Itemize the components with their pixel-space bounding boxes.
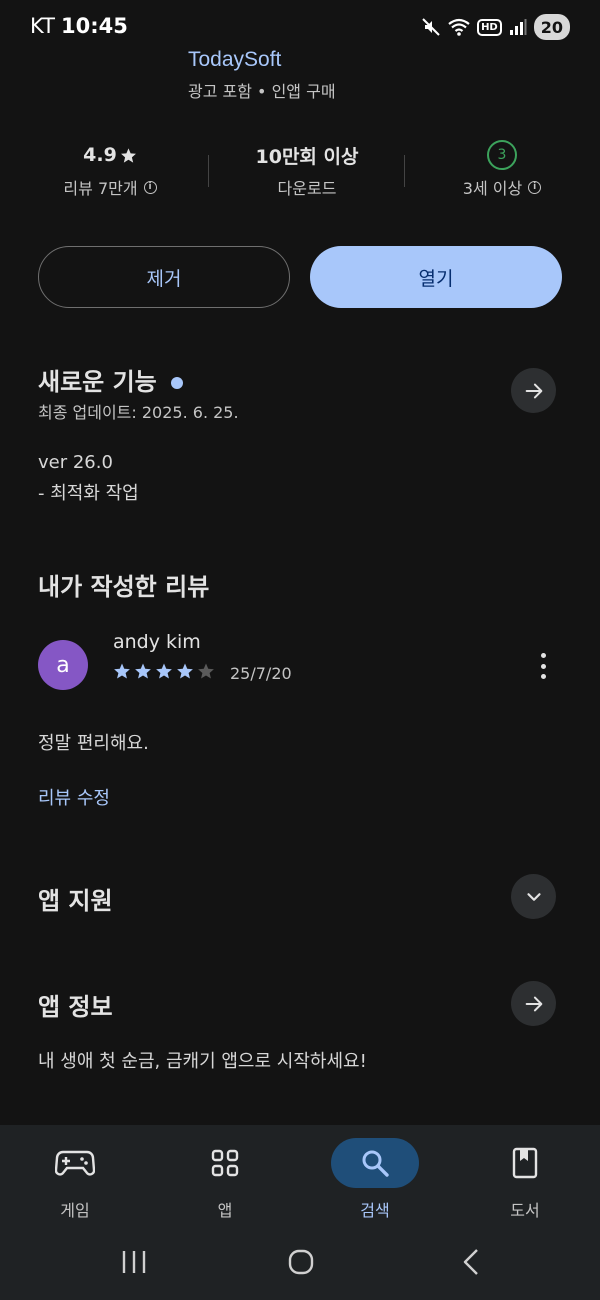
apps-grid-icon xyxy=(211,1149,239,1177)
reviewer-name: andy kim xyxy=(113,631,201,653)
info-icon: i xyxy=(143,180,157,194)
edit-review-link[interactable]: 리뷰 수정 xyxy=(38,784,110,810)
release-notes: ver 26.0 - 최적화 작업 xyxy=(38,447,139,509)
search-icon xyxy=(362,1150,389,1177)
avatar: a xyxy=(38,640,88,690)
nav-label-apps: 앱 xyxy=(217,1201,233,1220)
stats-divider xyxy=(208,155,209,187)
nav-item-books[interactable]: 도서 xyxy=(470,1137,580,1221)
carrier-label: KT xyxy=(30,14,55,38)
clock: 10:45 xyxy=(60,14,128,38)
star-icon xyxy=(120,147,136,163)
book-icon xyxy=(512,1147,538,1179)
whats-new-arrow-button[interactable] xyxy=(511,368,556,413)
nav-item-search[interactable]: 검색 xyxy=(320,1137,430,1221)
whats-new-header[interactable]: 새로운 기능 xyxy=(38,362,183,397)
arrow-right-icon xyxy=(525,383,542,398)
nav-label-search: 검색 xyxy=(360,1201,390,1220)
app-support-expand-button[interactable] xyxy=(511,874,556,919)
status-bar: KT 10:45 HD 20 xyxy=(0,0,600,56)
developer-link[interactable]: TodaySoft xyxy=(188,48,281,72)
stats-divider xyxy=(404,155,405,187)
last-updated: 최종 업데이트: 2025. 6. 25. xyxy=(38,403,239,422)
review-text: 정말 편리해요. xyxy=(38,733,149,754)
mute-icon xyxy=(422,18,440,36)
app-description: 내 생애 첫 순금, 금캐기 앱으로 시작하세요! xyxy=(38,1051,367,1072)
rating-stat[interactable]: 4.9 리뷰 7만개 i xyxy=(40,140,180,199)
nav-item-apps[interactable]: 앱 xyxy=(170,1137,280,1221)
gamepad-icon xyxy=(55,1150,95,1176)
rating-label: 리뷰 7만개 xyxy=(63,179,138,198)
whats-new-title: 새로운 기능 xyxy=(38,368,157,396)
app-support-title[interactable]: 앱 지원 xyxy=(38,881,113,916)
downloads-stat: 10만회 이상 다운로드 xyxy=(226,140,388,199)
review-date: 25/7/20 xyxy=(230,664,292,683)
star-empty-icon xyxy=(198,663,214,679)
star-filled-icon xyxy=(114,663,130,679)
battery-indicator: 20 xyxy=(533,14,570,40)
release-note-line: ver 26.0 xyxy=(38,452,113,473)
release-note-line: - 최적화 작업 xyxy=(38,483,139,504)
status-icons: HD 20 xyxy=(421,14,570,40)
arrow-right-icon xyxy=(525,996,542,1011)
app-meta: 광고 포함 • 인앱 구매 xyxy=(188,82,336,101)
star-filled-icon xyxy=(156,663,172,679)
new-indicator-dot xyxy=(170,377,183,389)
my-review-title: 내가 작성한 리뷰 xyxy=(38,573,210,601)
downloads-label: 다운로드 xyxy=(277,179,337,198)
app-info-arrow-button[interactable] xyxy=(511,981,556,1026)
info-icon: i xyxy=(528,180,542,194)
system-navigation-bar xyxy=(0,1236,600,1288)
nav-item-games[interactable]: 게임 xyxy=(20,1137,130,1221)
back-icon[interactable] xyxy=(457,1248,485,1276)
uninstall-button[interactable]: 제거 xyxy=(38,246,290,308)
star-filled-icon xyxy=(135,663,151,679)
rating-value: 4.9 xyxy=(83,144,117,166)
open-button[interactable]: 열기 xyxy=(310,246,562,308)
app-info-title[interactable]: 앱 정보 xyxy=(38,987,113,1022)
age-rating-badge: 3 xyxy=(487,140,517,170)
chevron-down-icon xyxy=(526,892,541,901)
more-options-icon[interactable] xyxy=(532,650,554,682)
hd-badge: HD xyxy=(477,18,502,36)
review-stars xyxy=(113,662,215,680)
downloads-value: 10만회 이상 xyxy=(255,145,359,168)
status-left: KT 10:45 xyxy=(30,14,128,38)
active-nav-pill xyxy=(331,1138,419,1188)
age-rating-label: 3세 이상 xyxy=(462,179,523,198)
nav-label-games: 게임 xyxy=(60,1201,90,1220)
home-icon[interactable] xyxy=(287,1248,315,1276)
age-rating-stat[interactable]: 3 3세 이상 i xyxy=(432,140,572,199)
wifi-icon xyxy=(448,18,470,36)
nav-label-books: 도서 xyxy=(510,1201,540,1220)
star-filled-icon xyxy=(177,663,193,679)
recent-apps-icon[interactable] xyxy=(120,1248,148,1276)
signal-icon xyxy=(509,19,527,35)
